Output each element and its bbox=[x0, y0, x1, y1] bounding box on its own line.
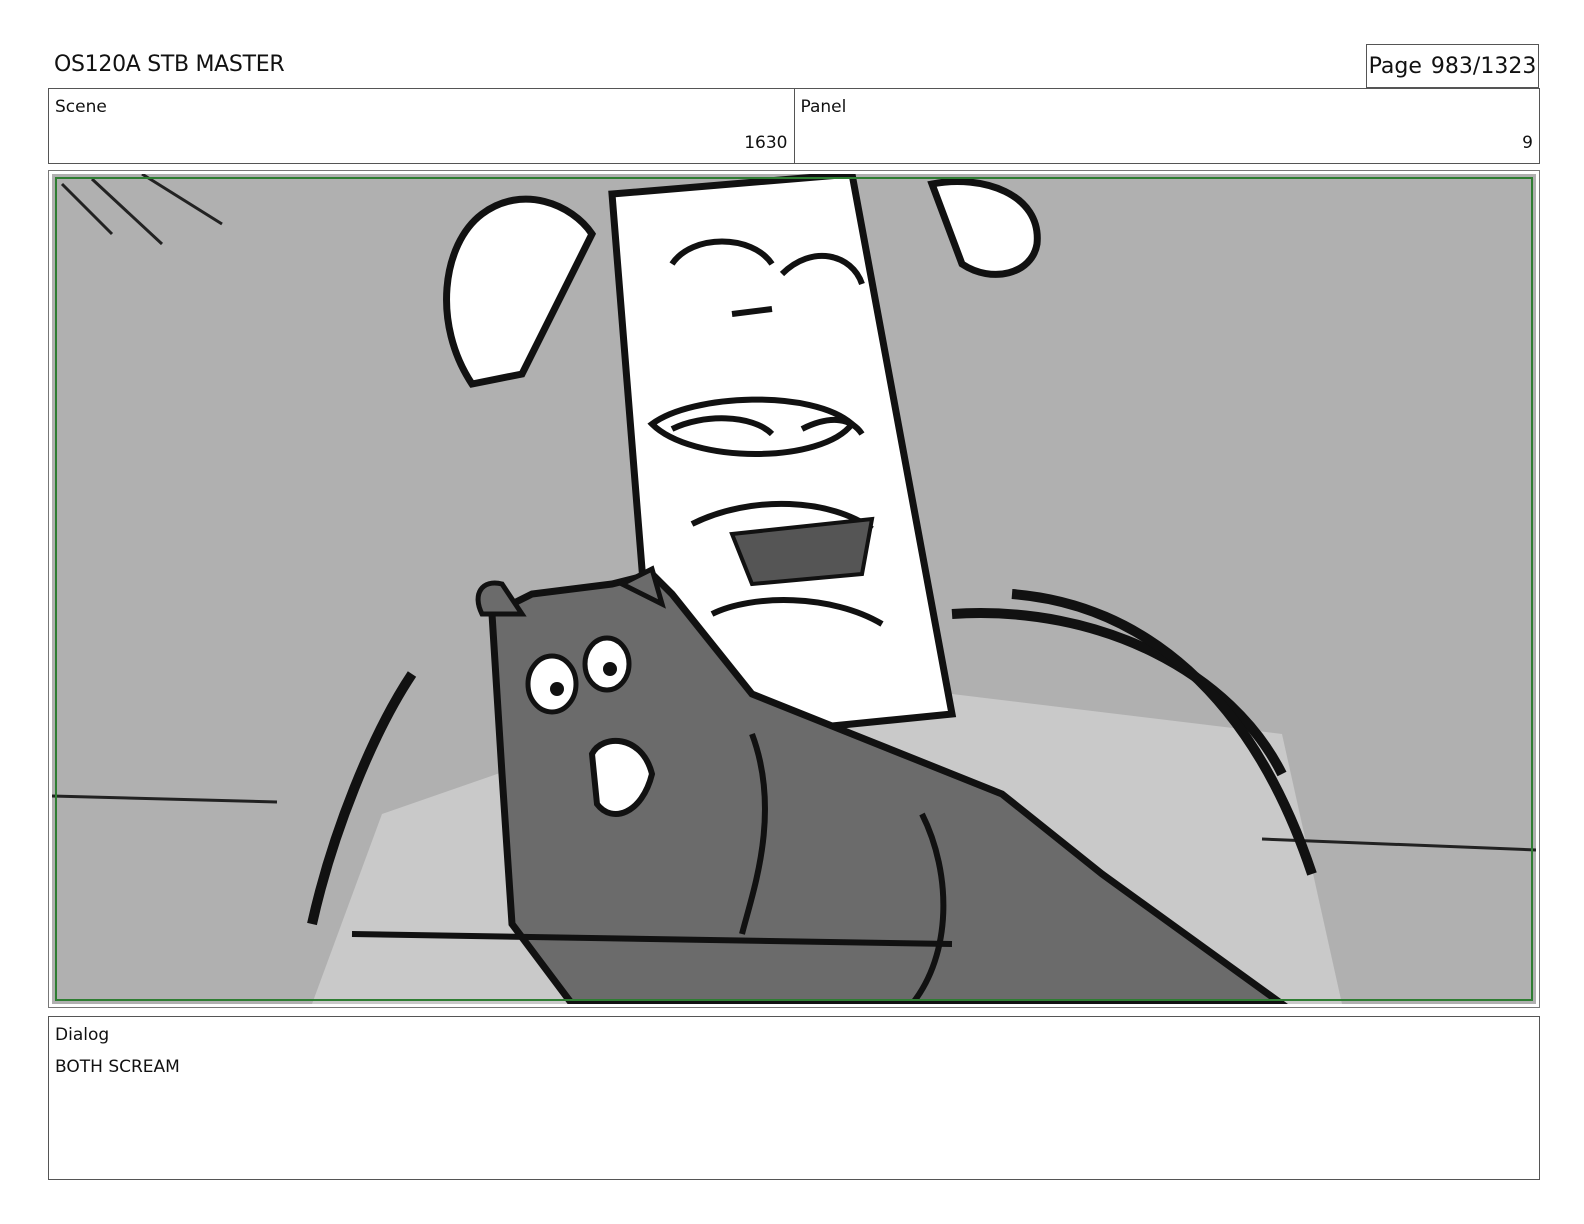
dialog-box: Dialog BOTH SCREAM bbox=[48, 1016, 1540, 1180]
panel-cell: Panel 9 bbox=[793, 89, 1540, 163]
page-indicator: Page 983/1323 bbox=[1366, 44, 1539, 88]
storyboard-drawing bbox=[52, 174, 1536, 1004]
page-label: Page bbox=[1368, 53, 1422, 79]
panel-number: 9 bbox=[1522, 133, 1533, 153]
scene-number: 1630 bbox=[744, 133, 788, 153]
panel-label: Panel bbox=[800, 97, 847, 117]
storyboard-frame bbox=[48, 170, 1540, 1008]
scene-label: Scene bbox=[55, 97, 107, 117]
scene-cell: Scene 1630 bbox=[49, 89, 794, 163]
scene-panel-row: Scene 1630 Panel 9 bbox=[48, 88, 1540, 164]
document-title: OS120A STB MASTER bbox=[54, 52, 285, 77]
page-number: 983/1323 bbox=[1430, 53, 1537, 79]
dialog-label: Dialog bbox=[55, 1025, 110, 1045]
cat-left-eye bbox=[525, 653, 579, 715]
dialog-text: BOTH SCREAM bbox=[55, 1057, 180, 1077]
